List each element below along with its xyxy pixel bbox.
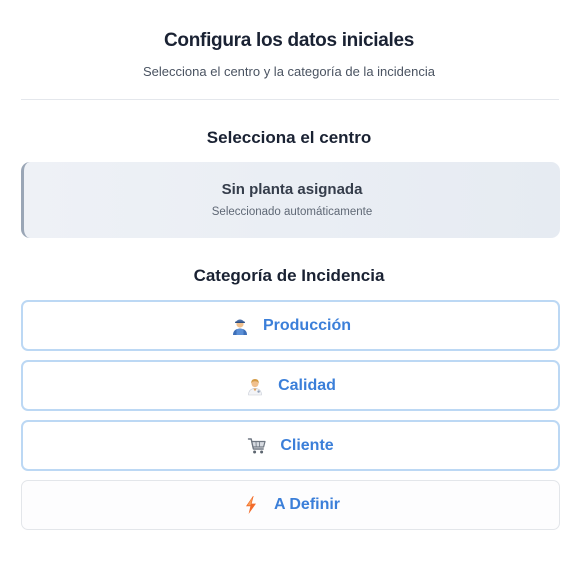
- inspector-icon: [245, 376, 265, 396]
- category-label-produccion: Producción: [262, 316, 351, 334]
- category-label-a-definir: A Definir: [273, 496, 341, 513]
- lightning-bolt-icon: [241, 495, 261, 515]
- category-button-calidad[interactable]: Calidad: [21, 360, 560, 411]
- center-section-title: Selecciona el centro: [206, 128, 372, 147]
- initial-setup-panel: Configura los datos iniciales Selecciona…: [0, 0, 578, 572]
- selected-center-card[interactable]: Sin planta asignada Seleccionado automát…: [21, 162, 560, 238]
- page-subtitle: Selecciona el centro y la categoría de l…: [143, 64, 435, 79]
- page-header: Configura los datos iniciales Selecciona…: [0, 28, 578, 81]
- selected-center-name: Sin planta asignada: [221, 181, 363, 198]
- header-divider: [21, 99, 559, 100]
- factory-worker-icon: [230, 316, 250, 336]
- category-section-title: Categoría de Incidencia: [193, 266, 385, 285]
- category-button-a-definir[interactable]: A Definir: [21, 480, 560, 530]
- selected-center-note: Seleccionado automáticamente: [211, 206, 373, 218]
- category-button-cliente[interactable]: Cliente: [21, 420, 560, 471]
- shopping-cart-icon: [247, 436, 267, 456]
- category-button-produccion[interactable]: Producción: [21, 300, 560, 351]
- category-label-cliente: Cliente: [280, 436, 334, 454]
- page-title: Configura los datos iniciales: [164, 30, 414, 51]
- category-label-calidad: Calidad: [278, 376, 336, 394]
